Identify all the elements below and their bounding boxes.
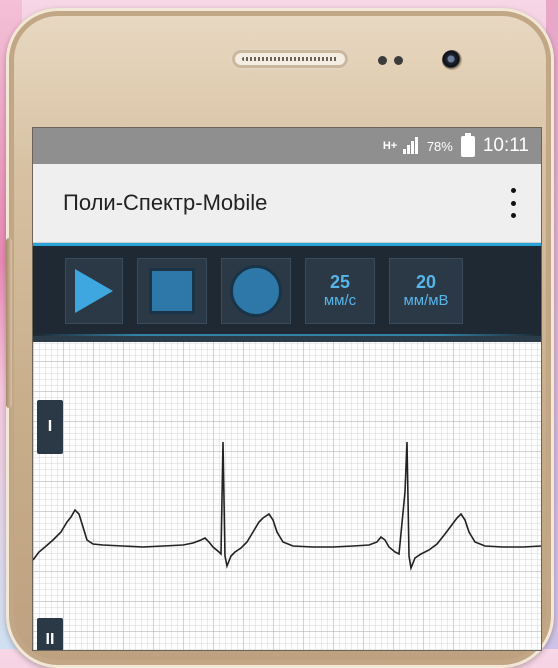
ecg-chart-area: I II bbox=[33, 342, 541, 650]
lead-label-1: I bbox=[37, 400, 63, 454]
stop-icon bbox=[149, 268, 195, 314]
more-vert-icon[interactable] bbox=[503, 188, 523, 218]
network-type-icon: H+ bbox=[382, 139, 398, 152]
play-button[interactable] bbox=[65, 258, 123, 324]
signal-icon bbox=[402, 137, 419, 154]
speed-button[interactable]: 25 мм/с bbox=[305, 258, 375, 324]
clock: 10:11 bbox=[482, 135, 529, 156]
status-bar: H+ 78% 10:11 bbox=[33, 128, 541, 164]
ecg-trace-lead-1 bbox=[33, 441, 541, 571]
phone-screen: H+ 78% 10:11 Поли-Спектр-Mobile 25 мм/с … bbox=[32, 127, 542, 651]
battery-icon bbox=[460, 132, 475, 157]
gain-unit: мм/мВ bbox=[403, 292, 449, 309]
speed-unit: мм/с bbox=[323, 292, 357, 309]
gain-button[interactable]: 20 мм/мВ bbox=[389, 258, 463, 324]
play-icon bbox=[75, 269, 113, 313]
speed-value: 25 bbox=[329, 272, 351, 292]
proximity-sensor bbox=[378, 56, 387, 65]
lead-label-2: II bbox=[37, 618, 63, 650]
battery-percent: 78% bbox=[426, 138, 453, 154]
record-icon bbox=[230, 265, 282, 317]
front-camera bbox=[442, 50, 462, 70]
phone-side-button bbox=[6, 238, 12, 408]
gain-value: 20 bbox=[415, 272, 437, 292]
earpiece-speaker bbox=[232, 50, 348, 68]
record-button[interactable] bbox=[221, 258, 291, 324]
app-title: Поли-Спектр-Mobile bbox=[63, 190, 268, 215]
stop-button[interactable] bbox=[137, 258, 207, 324]
control-toolbar: 25 мм/с 20 мм/мВ bbox=[33, 243, 541, 342]
light-sensor bbox=[394, 56, 403, 65]
app-bar: Поли-Спектр-Mobile bbox=[33, 164, 541, 243]
